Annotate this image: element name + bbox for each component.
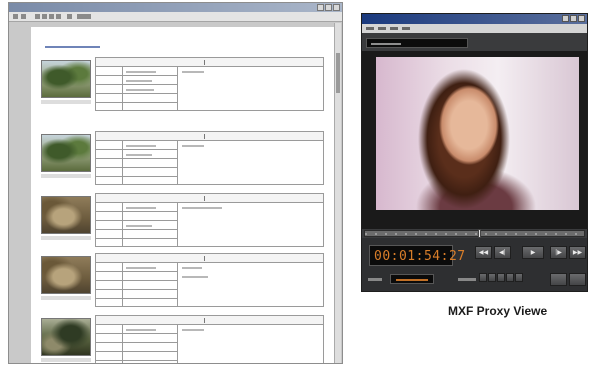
document-titlebar	[9, 3, 342, 12]
clip-thumbnail-label	[41, 236, 91, 240]
clip-thumbnail	[41, 60, 91, 98]
close-button[interactable]	[333, 4, 340, 11]
timecode-display: 00:01:54:27	[369, 245, 465, 266]
step-forward-icon: |▶	[555, 249, 562, 256]
clear-mark-button[interactable]	[515, 273, 523, 282]
minimize-button[interactable]	[317, 4, 324, 11]
figure-caption: MXF Proxy Viewe	[448, 304, 548, 318]
scrubber-handle[interactable]	[478, 229, 481, 238]
clip-info-header	[96, 132, 323, 141]
report-heading	[45, 46, 100, 48]
clip-info-table	[95, 57, 324, 111]
document-vertical-scrollbar[interactable]	[334, 23, 341, 363]
report-page	[31, 27, 334, 363]
mxf-proxy-viewer-window: 00:01:54:27 ◀◀ ◀| ▶ |▶ ▶▶	[361, 13, 588, 292]
transport-controls: 00:01:54:27 ◀◀ ◀| ▶ |▶ ▶▶	[362, 238, 587, 291]
first-page-icon[interactable]	[35, 14, 40, 19]
menu-tools[interactable]	[390, 27, 398, 30]
clip-thumbnail-label	[41, 100, 91, 104]
clip-name-text	[371, 43, 401, 45]
step-back-icon: ◀|	[499, 249, 506, 256]
rewind-to-start-button[interactable]: ◀◀	[475, 246, 492, 259]
maximize-button[interactable]	[570, 15, 577, 22]
play-button[interactable]: ▶	[522, 246, 544, 259]
previous-clip-button[interactable]	[550, 273, 567, 286]
report-document-window	[8, 2, 343, 364]
clip-entry	[41, 253, 326, 309]
last-page-icon[interactable]	[56, 14, 61, 19]
clip-entry	[41, 131, 326, 187]
clip-thumbnail	[41, 318, 91, 356]
position-scrubber[interactable]	[364, 229, 585, 238]
clip-info-table	[95, 315, 324, 363]
minimize-button[interactable]	[562, 15, 569, 22]
clip-entry	[41, 57, 326, 113]
player-menubar	[362, 24, 587, 33]
next-clip-button[interactable]	[569, 273, 586, 286]
close-button[interactable]	[578, 15, 585, 22]
scrollbar-thumb[interactable]	[336, 53, 340, 93]
fast-forward-to-end-button[interactable]: ▶▶	[569, 246, 586, 259]
previous-page-icon[interactable]	[42, 14, 47, 19]
menu-help[interactable]	[402, 27, 410, 30]
mark-label	[458, 278, 476, 281]
clip-thumbnail	[41, 256, 91, 294]
menu-view[interactable]	[378, 27, 386, 30]
clip-info-table	[95, 131, 324, 185]
clip-thumbnail-label	[41, 358, 91, 362]
save-icon[interactable]	[21, 14, 26, 19]
clip-entry	[41, 315, 326, 363]
zoom-select[interactable]	[77, 14, 91, 19]
clip-info-table	[95, 253, 324, 307]
step-forward-button[interactable]: |▶	[550, 246, 567, 259]
clip-thumbnail	[41, 196, 91, 234]
clip-thumbnail-label	[41, 174, 91, 178]
video-display[interactable]	[362, 51, 587, 229]
step-back-button[interactable]: ◀|	[494, 246, 511, 259]
clip-info-header	[96, 194, 323, 203]
clip-info-grid	[96, 141, 178, 184]
print-icon[interactable]	[13, 14, 18, 19]
clip-info-header	[96, 316, 323, 325]
go-to-out-button[interactable]	[506, 273, 514, 282]
in-out-label	[368, 278, 382, 281]
clip-info-header	[96, 254, 323, 263]
go-to-in-button[interactable]	[497, 273, 505, 282]
mark-out-button[interactable]	[488, 273, 496, 282]
play-icon: ▶	[530, 249, 536, 256]
clip-thumbnail	[41, 134, 91, 172]
clip-info-grid	[96, 263, 178, 306]
secondary-timecode	[390, 274, 434, 284]
secondary-timecode-value	[396, 279, 428, 281]
player-titlebar	[362, 14, 587, 24]
timecode-value: 00:01:54:27	[374, 249, 466, 264]
clip-thumbnail-label	[41, 296, 91, 300]
document-toolbar	[9, 12, 342, 22]
clip-entry	[41, 193, 326, 249]
clip-info-table	[95, 193, 324, 247]
zoom-icon[interactable]	[67, 14, 72, 19]
fast-forward-to-end-icon: ▶▶	[572, 249, 583, 256]
mark-in-button[interactable]	[479, 273, 487, 282]
clip-info-header	[96, 58, 323, 67]
scrubber-ticks	[365, 233, 584, 235]
rewind-to-start-icon: ◀◀	[478, 249, 489, 256]
video-frame	[376, 57, 579, 210]
menu-file[interactable]	[366, 27, 374, 30]
clip-name-field	[366, 38, 468, 48]
next-page-icon[interactable]	[49, 14, 54, 19]
maximize-button[interactable]	[325, 4, 332, 11]
